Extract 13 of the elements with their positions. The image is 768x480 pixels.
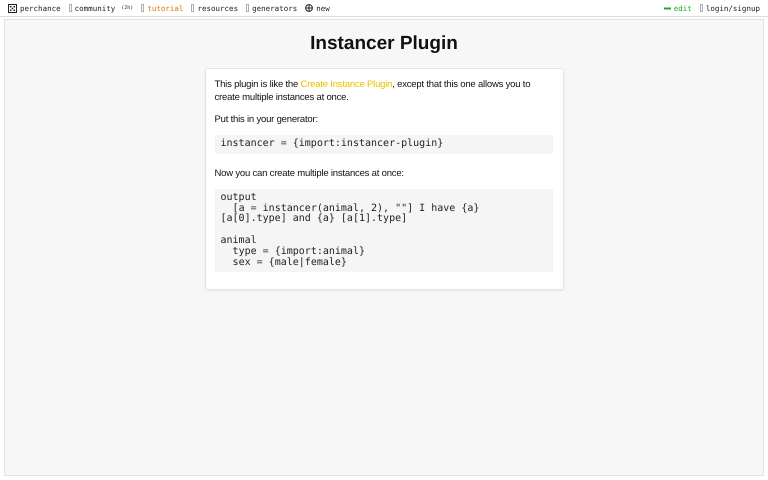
plus-icon — [305, 4, 314, 12]
dice-icon — [8, 4, 17, 12]
box-icon — [68, 4, 72, 12]
box-icon — [141, 4, 144, 12]
code-block: instancer = {import:instancer-plugin} — [214, 135, 552, 154]
box-icon — [191, 4, 194, 12]
paragraph: This plugin is like the Create Instance Plugin, except that this one allows you to create multiple instances at once. — [214, 78, 532, 104]
page-title: Instancer Plugin — [310, 33, 458, 55]
box-icon — [700, 4, 703, 12]
paragraph: Put this in your generator: — [214, 113, 319, 126]
paragraph: Now you can create multiple instances at once: — [214, 166, 405, 180]
box-icon — [246, 4, 250, 12]
code-block: output [a = instancer(animal, 2), ""] I have {a} [a[0].type] and {a} [a[1].type] animal type = {import:animal} sex = {male|female} — [214, 188, 552, 272]
